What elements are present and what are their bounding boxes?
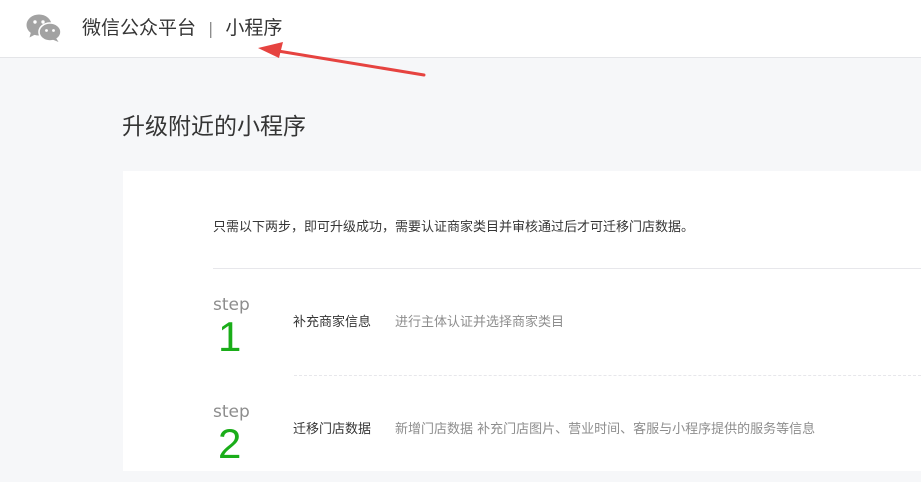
step-description: 进行主体认证并选择商家类目	[395, 315, 565, 330]
wechat-logo-icon[interactable]	[26, 13, 62, 43]
brand-separator: |	[208, 19, 214, 38]
step-title: 补充商家信息	[293, 315, 372, 330]
step-number: 1	[218, 313, 242, 360]
step-item-1: step 1 补充商家信息 进行主体认证并选择商家类目	[213, 295, 833, 375]
step-item-2: step 2 迁移门店数据 新增门店数据 补充门店图片、营业时间、客服与小程序提…	[213, 402, 833, 482]
divider	[213, 268, 921, 269]
step-label: step	[213, 402, 250, 422]
step-divider	[294, 375, 921, 376]
section-name[interactable]: 小程序	[225, 17, 282, 39]
step-title: 迁移门店数据	[293, 422, 372, 437]
step-number: 2	[218, 420, 242, 467]
brand-name[interactable]: 微信公众平台	[82, 17, 196, 39]
intro-text: 只需以下两步，即可升级成功，需要认证商家类目并审核通过后才可迁移门店数据。	[213, 220, 695, 235]
step-label: step	[213, 295, 250, 315]
step-description: 新增门店数据 补充门店图片、营业时间、客服与小程序提供的服务等信息	[395, 422, 816, 437]
page-title: 升级附近的小程序	[122, 114, 306, 140]
brand-title: 微信公众平台 | 小程序	[82, 16, 282, 41]
upgrade-card: 只需以下两步，即可升级成功，需要认证商家类目并审核通过后才可迁移门店数据。 st…	[123, 171, 921, 471]
top-bar: 微信公众平台 | 小程序	[0, 0, 921, 58]
